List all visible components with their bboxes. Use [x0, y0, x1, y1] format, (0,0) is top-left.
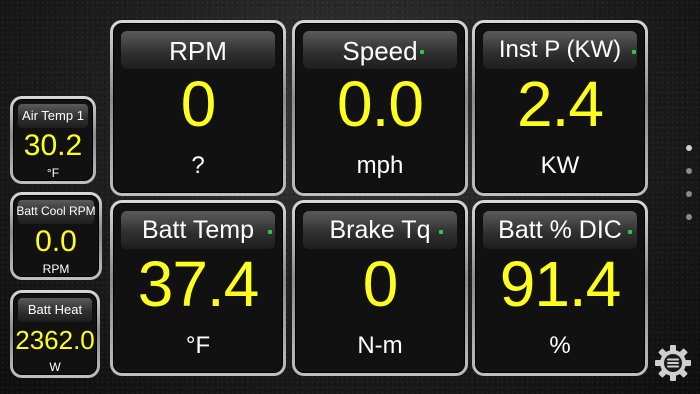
page-indicator-dot-active[interactable] [686, 145, 692, 151]
gauge-value: 2362.0 [15, 325, 95, 355]
status-dot [628, 230, 632, 234]
gauge-brake-torque[interactable]: Brake Tq 0 N-m [292, 200, 468, 376]
gauge-label: Air Temp 1 [22, 108, 84, 123]
gauge-rpm[interactable]: RPM 0 ? [110, 20, 286, 196]
side-gauge-batt-heat[interactable]: Batt Heat 2362.0 W [10, 290, 100, 378]
gauge-unit: ? [191, 152, 205, 179]
gauge-unit: °F [46, 166, 60, 180]
status-dot [268, 230, 272, 234]
gauge-value: 2.4 [517, 68, 604, 140]
gauge-value: 30.2 [23, 129, 83, 162]
gauge-value: 91.4 [499, 248, 622, 320]
gauge-label: Batt Cool RPM [16, 204, 96, 218]
gauge-label: Batt Temp [141, 216, 255, 244]
gauge-unit: mph [356, 152, 404, 179]
settings-gear-icon[interactable] [654, 344, 692, 382]
gauge-label: Batt Heat [27, 302, 83, 317]
page-indicator-dot[interactable] [686, 191, 692, 197]
side-gauge-batt-cool-rpm[interactable]: Batt Cool RPM 0.0 RPM [10, 192, 102, 280]
gauge-label: Inst P (KW) [498, 36, 622, 63]
gauge-value: 0 [362, 248, 399, 320]
gauge-batt-dic[interactable]: Batt % DIC 91.4 % [472, 200, 648, 376]
gauge-value: 0.0 [35, 225, 77, 258]
page-indicator-dot[interactable] [686, 168, 692, 174]
gauge-unit: RPM [42, 262, 70, 276]
gauge-batt-temp[interactable]: Batt Temp 37.4 °F [110, 200, 286, 376]
gauge-unit: W [49, 360, 61, 374]
gauge-label: RPM [169, 36, 227, 66]
gauge-label: Batt % DIC [498, 216, 622, 244]
gauge-label: Speed [342, 36, 418, 66]
gauge-value: 0 [180, 68, 217, 140]
gauge-value: 37.4 [137, 248, 260, 320]
gauge-unit: KW [540, 152, 580, 179]
gauge-speed[interactable]: Speed 0.0 mph [292, 20, 468, 196]
gauge-value: 0.0 [337, 68, 424, 140]
page-indicator-dot[interactable] [686, 214, 692, 220]
status-dot [632, 50, 636, 54]
gauge-inst-power[interactable]: Inst P (KW) 2.4 KW [472, 20, 648, 196]
gauge-unit: °F [185, 332, 211, 359]
status-dot [420, 50, 424, 54]
side-gauge-air-temp[interactable]: Air Temp 1 30.2 °F [10, 96, 96, 184]
gauge-unit: N-m [357, 332, 403, 359]
gauge-unit: % [549, 332, 571, 359]
status-dot [439, 230, 443, 234]
